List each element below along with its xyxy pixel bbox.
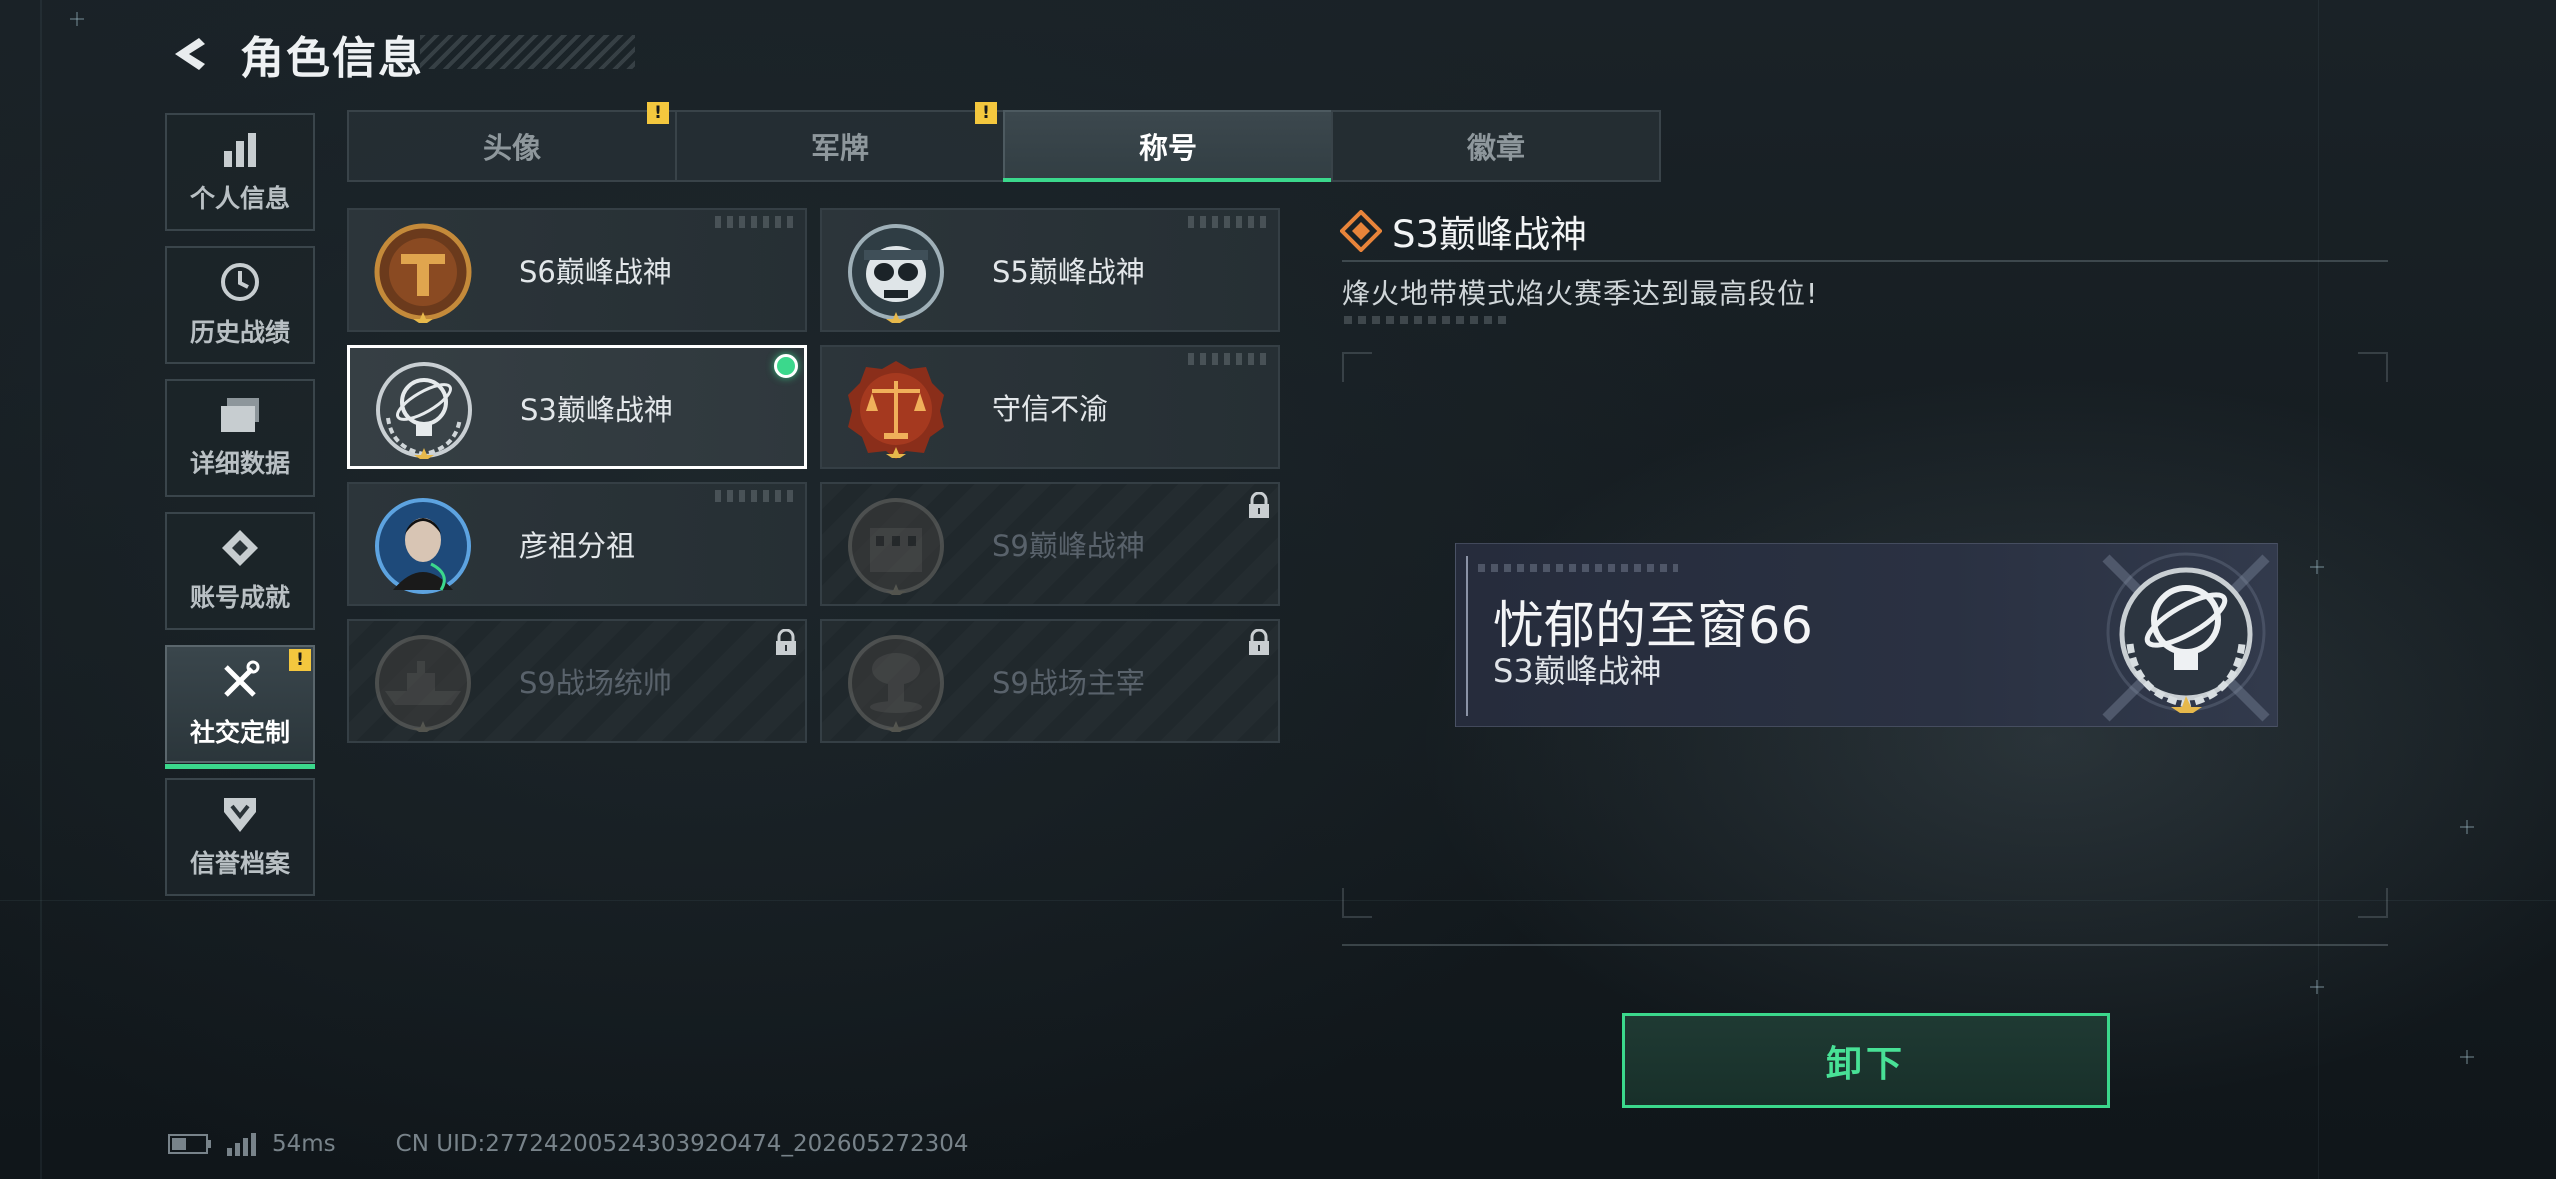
tab-label: 徽章 [1466,131,1525,165]
warning-badge: ! [647,102,669,124]
portrait-medal-icon [375,498,471,594]
title-card-s5-peak[interactable]: S5巅峰战神 [820,208,1280,332]
decorative-text-strip [1344,316,1506,324]
frame-corner [2358,352,2388,382]
tab-badges[interactable]: 徽章 [1331,110,1661,182]
diamond-title-icon [1340,210,1382,252]
sidebar-item-label: 历史战绩 [189,318,290,347]
card-decoration [1188,216,1268,228]
title-card-s6-peak[interactable]: S6巅峰战神 [347,208,807,332]
sidebar-item-social-custom[interactable]: 社交定制 ! [165,645,315,769]
title-name: S5巅峰战神 [992,255,1145,289]
title-card-s9-commander[interactable]: S9战场统帅 [347,619,807,743]
crosshair-mark [2310,560,2324,574]
frame-corner [1342,888,1372,918]
title-name: S9巅峰战神 [992,529,1145,563]
crosshair-mark [2460,820,2474,834]
title-card-yanzu[interactable]: 彦祖分祖 [347,482,807,606]
nameplate-preview: 忧郁的至窗66 S3巅峰战神 [1455,543,2278,727]
back-arrow-icon[interactable] [166,29,216,79]
tab-label: 头像 [482,131,541,165]
sidebar-item-label: 账号成就 [189,583,290,612]
sidebar-item-credit-record[interactable]: 信誉档案 [165,778,315,896]
status-footer: 54ms CN UID:2772420052430392O474_2026052… [168,1128,969,1160]
tab-avatar[interactable]: 头像 ! [347,102,677,182]
building-medal-icon [848,498,944,595]
armillary-laurel-medal-icon [2102,552,2270,722]
crosshair-mark [70,12,84,26]
equipped-indicator [774,354,798,378]
credit-shield-icon [224,798,256,832]
tab-label: 称号 [1138,131,1197,165]
sidebar-item-label: 社交定制 [189,718,290,747]
armillary-laurel-medal-icon [376,362,472,459]
nameplate-bracket [1466,556,1474,716]
scales-medal-icon [848,361,944,459]
sidebar-item-label: 详细数据 [189,449,290,478]
warship-medal-icon [375,635,471,732]
signal-icon [227,1133,256,1156]
achievement-icon [222,530,258,566]
category-tabs: 头像 ! 军牌 ! 称号 徽章 [347,102,1661,182]
page-title: 角色信息 [240,33,424,84]
unequip-button[interactable]: 卸下 [1622,1013,2110,1108]
grid-line [2318,0,2319,1179]
title-card-integrity[interactable]: 守信不渝 [820,345,1280,469]
title-name: S3巅峰战神 [520,393,673,427]
sidebar-item-achievements[interactable]: 账号成就 [165,512,315,630]
battery-icon [168,1134,211,1154]
title-card-s9-peak[interactable]: S9巅峰战神 [820,482,1280,606]
user-uid: CN UID:2772420052430392O474_202605272304 [395,1131,969,1157]
folder-icon [221,398,259,432]
lock-icon [1249,629,1269,655]
bronze-t-medal-icon [374,223,472,323]
player-title: S3巅峰战神 [1493,652,1662,690]
grid-line [40,0,42,1179]
page-header: 角色信息 [166,24,424,84]
title-name: 守信不渝 [992,392,1109,426]
crosshair-mark [2460,1050,2474,1064]
lock-icon [1249,492,1269,518]
bar-chart-icon [224,133,256,167]
detail-title: S3巅峰战神 [1392,213,1588,256]
sidebar-item-label: 个人信息 [189,184,290,213]
frame-corner [1342,352,1372,382]
title-name: 彦祖分祖 [519,529,636,563]
warning-badge: ! [975,102,997,124]
skull-medal-icon [848,224,944,323]
crosshair-mark [2310,980,2324,994]
divider [1342,260,2388,262]
decorative-text-strip [1478,564,1678,572]
sidebar-item-detailed-data[interactable]: 详细数据 [165,379,315,497]
frame-corner [2358,888,2388,918]
ping-value: 54ms [272,1131,336,1157]
title-card-s9-dominator[interactable]: S9战场主宰 [820,619,1280,743]
sidebar-item-personal-info[interactable]: 个人信息 [165,113,315,231]
title-card-s3-peak[interactable]: S3巅峰战神 [347,345,807,469]
tools-icon [224,660,260,697]
sidebar-item-history[interactable]: 历史战绩 [165,246,315,364]
tab-titles[interactable]: 称号 [1003,110,1333,182]
grid-line [0,900,2556,901]
title-name: S9战场统帅 [519,666,672,700]
title-decoration [420,35,635,69]
divider [1342,944,2388,946]
tab-dogtag[interactable]: 军牌 ! [675,102,1005,182]
tab-label: 军牌 [810,131,869,165]
title-name: S9战场主宰 [992,666,1145,700]
title-name: S6巅峰战神 [519,255,672,289]
card-decoration [715,490,795,502]
clock-icon [221,263,259,301]
sidebar-item-label: 信誉档案 [189,849,290,878]
detail-description: 烽火地带模式焰火赛季达到最高段位! [1342,277,1819,310]
card-decoration [715,216,795,228]
warning-badge: ! [289,649,311,671]
mushroom-cloud-medal-icon [848,635,944,732]
card-decoration [1188,353,1268,365]
lock-icon [776,629,796,655]
